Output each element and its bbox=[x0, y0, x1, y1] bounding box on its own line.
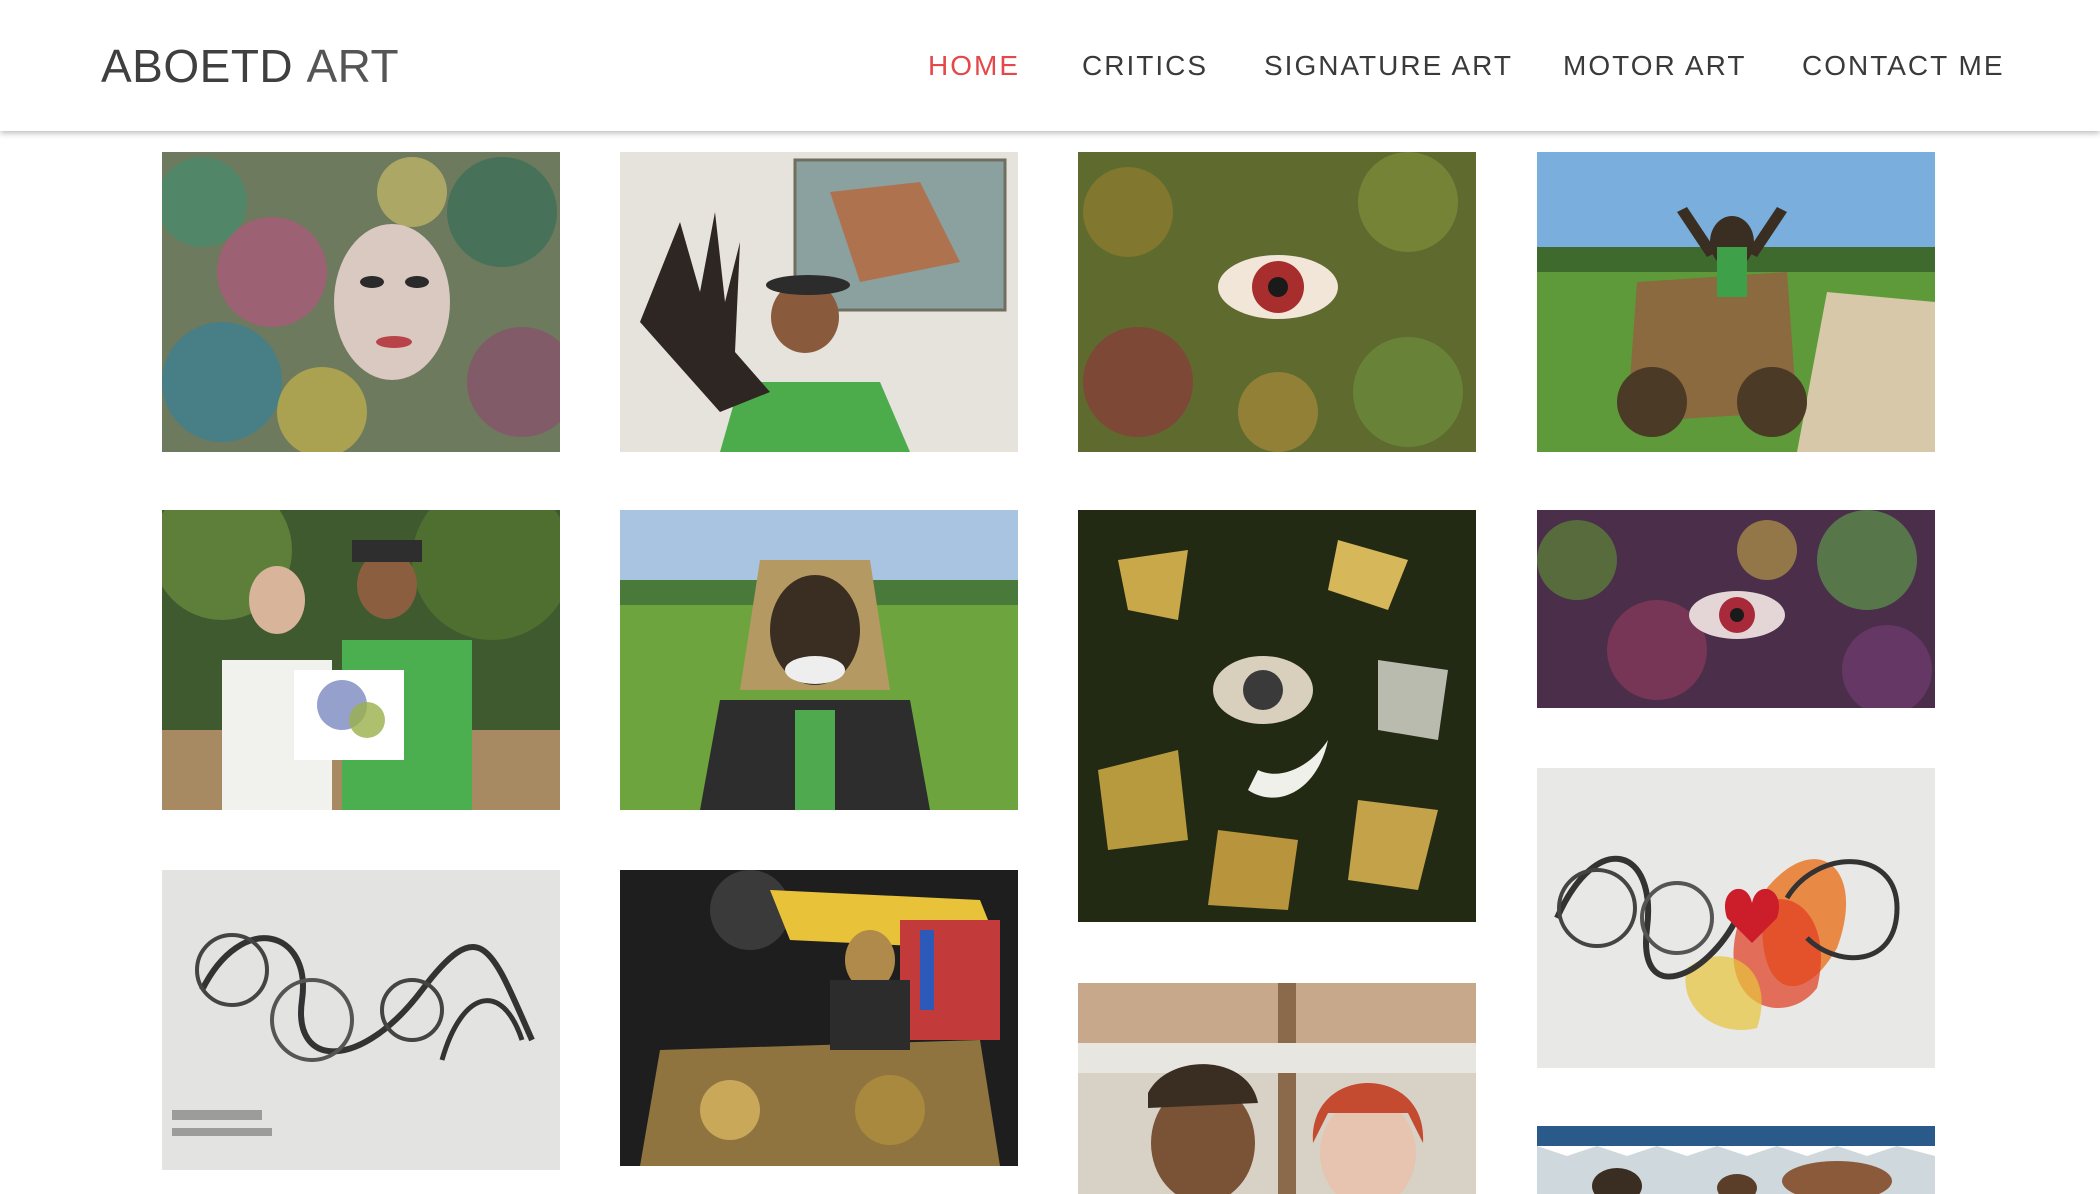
gallery-image-purple-eye-painting[interactable] bbox=[1537, 510, 1935, 708]
gallery-image-green-eye-painting[interactable] bbox=[1078, 152, 1476, 452]
gallery-image-ink-signature-drawing[interactable] bbox=[162, 870, 560, 1170]
gallery-image-motorbike-in-rice-field[interactable] bbox=[1537, 152, 1935, 452]
gallery-image-artist-reaching[interactable] bbox=[620, 152, 1018, 452]
nav-signature-art[interactable]: SIGNATURE ART bbox=[1264, 48, 1513, 84]
nav-critics[interactable]: CRITICS bbox=[1082, 48, 1208, 84]
gallery-image-gold-motorbike-event[interactable] bbox=[620, 870, 1018, 1166]
image-gallery bbox=[0, 0, 2100, 1194]
gallery-image-two-people-pavilion[interactable] bbox=[1078, 983, 1476, 1194]
gallery-image-signature-heart-flames[interactable] bbox=[1537, 768, 1935, 1068]
gallery-image-two-people-with-drawing[interactable] bbox=[162, 510, 560, 810]
nav-contact-me[interactable]: CONTACT ME bbox=[1802, 48, 2005, 84]
gallery-image-dark-gold-painting[interactable] bbox=[1078, 510, 1476, 922]
brand-part2: ART bbox=[306, 40, 400, 92]
nav-motor-art[interactable]: MOTOR ART bbox=[1563, 48, 1746, 84]
gallery-image-crowd-under-canopy[interactable] bbox=[1537, 1126, 1935, 1194]
site-brand-logo[interactable]: ABOETD ART bbox=[101, 39, 399, 93]
top-navbar: ABOETD ART HOME CRITICS SIGNATURE ART MO… bbox=[0, 0, 2100, 131]
brand-part1: ABOETD bbox=[101, 40, 294, 92]
gallery-image-lion-mask-in-rice-field[interactable] bbox=[620, 510, 1018, 810]
nav-home[interactable]: HOME bbox=[928, 48, 1020, 84]
gallery-image-swirl-face-painting[interactable] bbox=[162, 152, 560, 452]
